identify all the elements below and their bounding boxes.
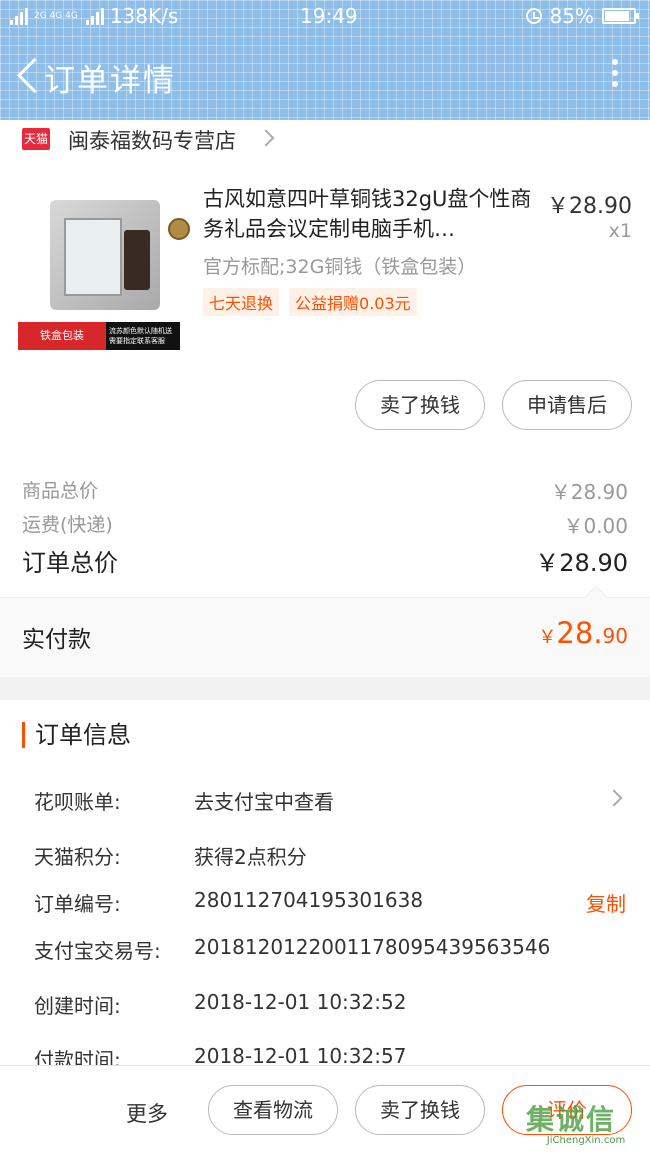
signal-icon xyxy=(10,7,28,25)
store-name[interactable]: 闽泰福数码专营店 xyxy=(68,125,236,155)
paid-value: ￥28.90 xyxy=(538,616,628,650)
product-image[interactable]: 铁盒包装 流苏颜色默认随机送 需要指定联系客服 xyxy=(18,190,190,350)
paid-amount-row: 实付款 ￥28.90 xyxy=(0,585,650,677)
footer-action-bar: 更多 查看物流 卖了换钱 评价 集诚信 JiChengXin.com xyxy=(0,1065,650,1155)
more-button[interactable]: 更多 xyxy=(126,1098,168,1128)
page-title: 订单详情 xyxy=(44,63,176,99)
order-info-section: 订单信息 花呗账单: 去支付宝中查看 天猫积分: 获得2点积分 订单编号: 28… xyxy=(0,700,650,1072)
store-row[interactable]: 天猫 闽泰福数码专营店 xyxy=(0,120,650,170)
header: 2G 4G 4G 138K/s 19:49 85% 订单详情 xyxy=(0,0,650,120)
info-value: 获得2点积分 xyxy=(194,845,307,869)
product-quantity: x1 xyxy=(608,220,632,242)
image-band-left: 铁盒包装 xyxy=(18,322,106,350)
sell-button-footer[interactable]: 卖了换钱 xyxy=(355,1085,485,1135)
order-info-title: 订单信息 xyxy=(22,722,131,748)
watermark: 集诚信 JiChengXin.com xyxy=(526,1105,646,1149)
shipping-label: 运费(快递) xyxy=(22,514,113,536)
more-options-icon[interactable] xyxy=(610,59,620,93)
price-summary: 商品总价 ￥28.90 运费(快递) ￥0.00 订单总价 ￥28.90 xyxy=(0,440,650,600)
info-value: 2018120122001178095439563546 xyxy=(194,935,551,959)
info-label: 支付宝交易号: xyxy=(34,939,161,963)
product-spec: 官方标配;32G铜钱（铁盒包装） xyxy=(203,256,477,278)
tmall-logo: 天猫 xyxy=(22,128,50,150)
info-label: 天猫积分: xyxy=(34,845,121,869)
status-bar: 2G 4G 4G 138K/s 19:49 85% xyxy=(0,0,650,32)
chevron-right-icon xyxy=(257,129,275,147)
goods-total-label: 商品总价 xyxy=(22,480,99,502)
paid-decimal: 90 xyxy=(602,624,628,648)
status-bar-left: 2G 4G 4G 138K/s xyxy=(10,4,178,28)
info-value: 2018-12-01 10:32:52 xyxy=(194,990,407,1014)
nav-bar: 订单详情 xyxy=(0,45,650,105)
order-detail-screen: 2G 4G 4G 138K/s 19:49 85% 订单详情 天猫 闽泰福数码专… xyxy=(0,0,650,1155)
chevron-right-icon xyxy=(605,789,623,807)
order-total-label: 订单总价 xyxy=(22,549,118,577)
product-photo xyxy=(50,200,190,310)
network-speed: 138K/s xyxy=(109,4,179,28)
battery-percent: 85% xyxy=(549,4,594,28)
status-bar-right: 85% xyxy=(525,4,639,28)
after-sale-button[interactable]: 申请售后 xyxy=(502,380,632,430)
battery-icon xyxy=(602,8,639,24)
product-price: ￥28.90 xyxy=(547,194,632,219)
paid-currency: ￥ xyxy=(538,627,557,648)
product-title[interactable]: 古风如意四叶草铜钱32gU盘个性商务礼品会议定制电脑手机… xyxy=(203,184,533,244)
watermark-url: JiChengXin.com xyxy=(546,1135,626,1146)
network-type: 2G 4G 4G xyxy=(34,10,78,21)
battery-fill xyxy=(605,11,629,21)
image-band-right: 流苏颜色默认随机送 需要指定联系客服 xyxy=(106,322,180,350)
copy-button[interactable]: 复制 xyxy=(586,888,626,917)
order-total-value: ￥28.90 xyxy=(535,549,628,577)
paid-label: 实付款 xyxy=(22,627,91,653)
tag-return: 七天退换 xyxy=(203,288,280,316)
sell-button[interactable]: 卖了换钱 xyxy=(355,380,485,430)
watermark-text: 集诚信 xyxy=(526,1103,617,1136)
status-time: 19:49 xyxy=(300,4,358,28)
info-label: 创建时间: xyxy=(34,994,121,1018)
image-band: 铁盒包装 流苏颜色默认随机送 需要指定联系客服 xyxy=(18,322,180,350)
goods-total-value: ￥28.90 xyxy=(550,480,628,504)
back-icon[interactable] xyxy=(14,55,44,95)
product-card[interactable]: 铁盒包装 流苏颜色默认随机送 需要指定联系客服 古风如意四叶草铜钱32gU盘个性… xyxy=(0,170,650,440)
paid-int: 28. xyxy=(556,616,603,650)
alarm-icon xyxy=(525,8,542,24)
product-tags: 七天退换 公益捐赠0.03元 xyxy=(203,288,417,316)
info-label: 订单编号: xyxy=(34,892,121,916)
signal-icon xyxy=(85,7,104,25)
info-label: 花呗账单: xyxy=(34,790,121,814)
coin-icon xyxy=(168,218,190,240)
shipping-value: ￥0.00 xyxy=(563,514,628,538)
view-logistics-button[interactable]: 查看物流 xyxy=(208,1085,338,1135)
info-value: 280112704195301638 xyxy=(194,888,424,912)
tag-charity: 公益捐赠0.03元 xyxy=(289,288,417,316)
info-value[interactable]: 去支付宝中查看 xyxy=(194,786,334,815)
